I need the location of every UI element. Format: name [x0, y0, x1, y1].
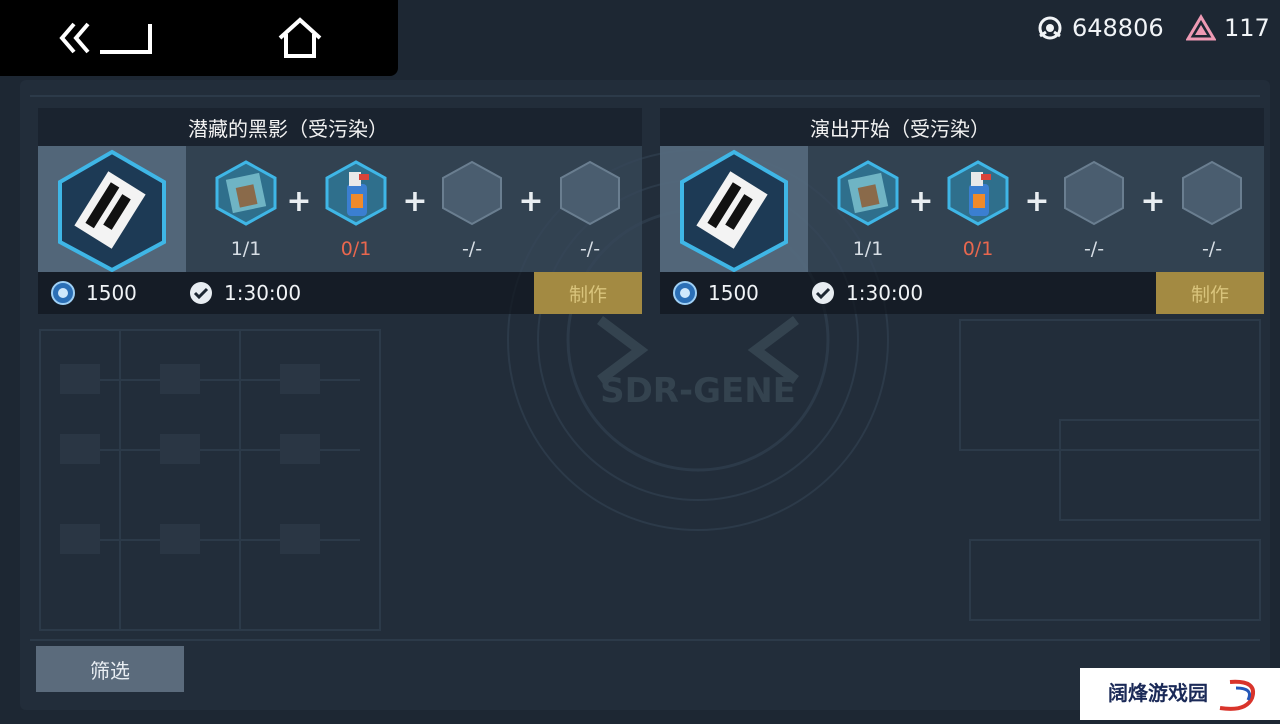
recipe-time: 1:30:00 — [810, 280, 923, 306]
plus-icon: + — [402, 184, 428, 219]
currency-gems: 117 — [1186, 12, 1270, 44]
spray-bottle-icon — [325, 160, 387, 226]
recipe-materials-row: 1/1 + 0/1 + -/- + -/- — [660, 146, 1264, 273]
material-count: 0/1 — [962, 238, 994, 260]
back-arrow-icon — [59, 22, 152, 54]
recipe-time-value: 1:30:00 — [846, 281, 924, 305]
plus-icon: + — [908, 184, 934, 219]
recipe-time: 1:30:00 — [188, 280, 301, 306]
recipe-cost-value: 1500 — [708, 281, 759, 305]
plus-icon: + — [1024, 184, 1050, 219]
material-count: 1/1 — [852, 238, 884, 260]
blueprint-icon — [215, 160, 277, 226]
gear-token-icon — [1038, 16, 1062, 40]
material-slot[interactable]: -/- — [550, 158, 630, 266]
material-slot[interactable]: 0/1 — [316, 158, 396, 266]
triangle-gem-icon — [1186, 14, 1216, 41]
watermark-text: 阔烽游戏园 — [1108, 681, 1208, 705]
recipe-title: 演出开始（受污染） — [660, 108, 1264, 146]
material-slot[interactable]: -/- — [1054, 158, 1134, 266]
empty-slot-icon — [442, 160, 502, 226]
recipe-footer: 1500 1:30:00 制作 — [660, 272, 1264, 314]
recipe-materials-row: 1/1 + 0/1 + -/- + -/- — [38, 146, 642, 273]
home-button[interactable] — [274, 14, 326, 62]
watermark-swoosh-icon: 阔烽游戏园 — [1108, 679, 1255, 711]
plus-icon: + — [286, 184, 312, 219]
coin-icon — [673, 281, 697, 305]
material-count: -/- — [579, 238, 601, 260]
plus-icon: + — [518, 184, 544, 219]
clock-check-icon — [812, 282, 834, 304]
top-nav-panel — [0, 0, 398, 76]
recipe-cost: 1500 — [672, 280, 759, 306]
recipe-cost-value: 1500 — [86, 281, 137, 305]
currency-coins: 648806 — [1036, 12, 1164, 44]
material-slot[interactable]: 1/1 — [206, 158, 286, 266]
plus-icon: + — [1140, 184, 1166, 219]
home-icon — [278, 17, 322, 58]
currency-gems-value: 117 — [1224, 14, 1270, 42]
material-count: -/- — [1083, 238, 1105, 260]
sdr-ticket-icon — [58, 149, 166, 273]
clock-check-icon — [190, 282, 212, 304]
sdr-ticket-icon — [680, 149, 788, 273]
empty-slot-icon — [1182, 160, 1242, 226]
recipe-cost: 1500 — [50, 280, 137, 306]
empty-slot-icon — [560, 160, 620, 226]
make-button[interactable]: 制作 — [1156, 272, 1264, 314]
recipe-footer: 1500 1:30:00 制作 — [38, 272, 642, 314]
filter-button[interactable]: 筛选 — [36, 646, 184, 692]
material-count: 1/1 — [230, 238, 262, 260]
material-slot[interactable]: 0/1 — [938, 158, 1018, 266]
currency-coins-value: 648806 — [1072, 14, 1164, 42]
empty-slot-icon — [1064, 160, 1124, 226]
product-slot[interactable] — [660, 146, 808, 273]
material-count: 0/1 — [340, 238, 372, 260]
back-button[interactable] — [56, 14, 160, 62]
material-count: -/- — [461, 238, 483, 260]
material-count: -/- — [1201, 238, 1223, 260]
background-logo-text: SDR-GENE — [600, 371, 796, 411]
blueprint-icon — [837, 160, 899, 226]
recipe-card: 演出开始（受污染） 1/1 + 0/1 + -/- + -/- 1500 1:3… — [660, 108, 1264, 314]
watermark-logo: 阔烽游戏园 — [1080, 668, 1280, 720]
spray-bottle-icon — [947, 160, 1009, 226]
material-slot[interactable]: -/- — [1172, 158, 1252, 266]
recipe-time-value: 1:30:00 — [224, 281, 302, 305]
recipe-card: 潜藏的黑影（受污染） 1/1 + 0/1 + -/- + -/- 1500 1:… — [38, 108, 642, 314]
material-slot[interactable]: -/- — [432, 158, 512, 266]
recipe-title: 潜藏的黑影（受污染） — [38, 108, 642, 146]
coin-icon — [51, 281, 75, 305]
material-slot[interactable]: 1/1 — [828, 158, 908, 266]
product-slot[interactable] — [38, 146, 186, 273]
make-button[interactable]: 制作 — [534, 272, 642, 314]
